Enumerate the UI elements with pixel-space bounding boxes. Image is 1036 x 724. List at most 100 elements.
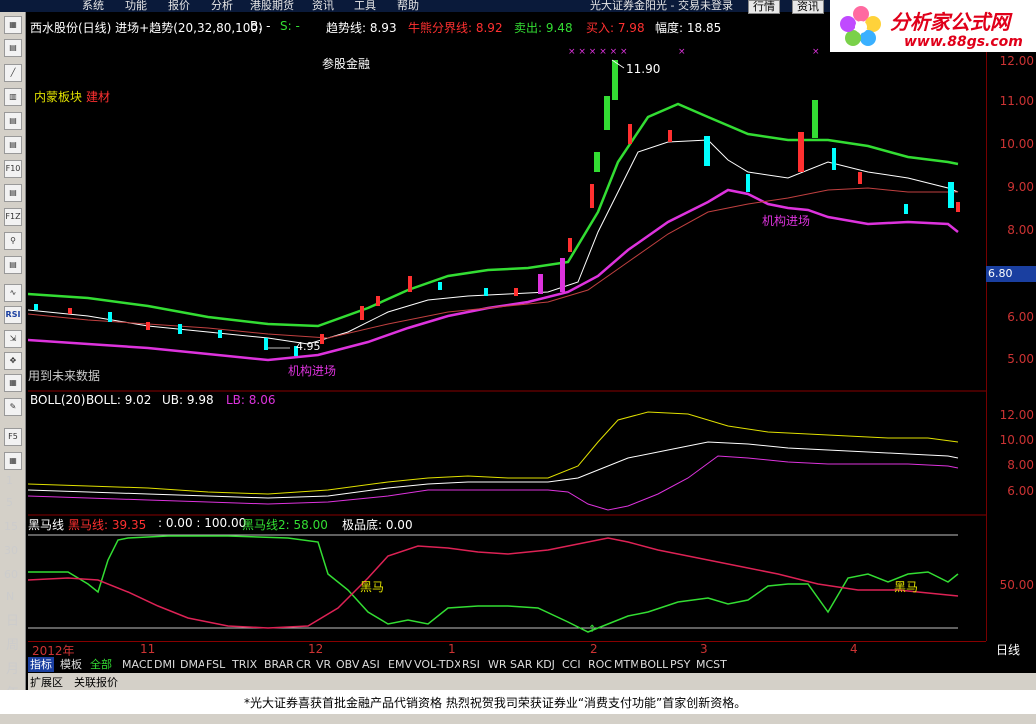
f10-icon[interactable]: F10 [4, 160, 22, 178]
tab-template[interactable]: 模板 [58, 657, 84, 672]
table3-icon[interactable]: ▤ [4, 184, 22, 202]
tab-vol-tdx[interactable]: VOL-TDX [412, 657, 464, 672]
tab-wr[interactable]: WR [486, 657, 509, 672]
move-icon[interactable]: ✥ [4, 352, 22, 370]
date-label: 12 [308, 642, 324, 656]
heima-ytick: 50.00 [999, 578, 1034, 592]
institution-entry-label-1: 机构进场 [288, 364, 337, 378]
svg-text:↑: ↑ [588, 624, 596, 635]
price-axis: 12.00 11.00 10.00 9.00 8.00 6.00 5.00 12… [986, 52, 1036, 641]
tab-kdj[interactable]: KDJ [534, 657, 557, 672]
chart-canvas: × × × × × × × × ↑ [28, 47, 986, 635]
tab-dmi[interactable]: DMI [152, 657, 178, 672]
bull-bear-value: 牛熊分界线: 8.92 [408, 21, 503, 35]
tab-fsl[interactable]: FSL [204, 657, 228, 672]
date-label: 2 [590, 642, 598, 656]
menu-system[interactable]: 系统 [82, 0, 104, 12]
tab-rsi[interactable]: RSI [460, 657, 482, 672]
window-title: 光大证券金阳光 - 交易未登录 [590, 0, 733, 12]
menu-analysis[interactable]: 分析 [211, 0, 233, 12]
menu-news[interactable]: 资讯 [312, 0, 334, 12]
tab-cr[interactable]: CR [294, 657, 314, 672]
period-n[interactable]: N [6, 590, 14, 603]
kline-icon[interactable]: ▥ [4, 88, 22, 106]
menu-tools[interactable]: 工具 [354, 0, 376, 12]
tab-mcst[interactable]: MCST [694, 657, 729, 672]
period-day[interactable]: 日 [6, 610, 19, 629]
tab-vr[interactable]: VR [314, 657, 334, 672]
date-label: 1 [448, 642, 456, 656]
list-icon[interactable]: ▤ [4, 39, 22, 57]
heima-bottom: 极品底: 0.00 [342, 518, 413, 532]
table-icon[interactable]: ▤ [4, 112, 22, 130]
date-label: 3 [700, 642, 708, 656]
amplitude-value: 幅度: 18.85 [655, 21, 722, 35]
date-axis: 2012年 11 12 1 2 3 4 [28, 641, 986, 658]
date-label: 11 [140, 642, 156, 656]
grid3-icon[interactable]: ▦ [4, 452, 22, 470]
line-chart-icon[interactable]: ╱ [4, 64, 22, 82]
period-month[interactable]: 月 [6, 658, 19, 677]
tab-cci[interactable]: CCI [560, 657, 583, 672]
heima-title: 黑马线 [28, 518, 65, 532]
tab-asi[interactable]: ASI [360, 657, 382, 672]
tab-extension[interactable]: 扩展区 [30, 674, 63, 690]
period-1min[interactable]: 1 [6, 474, 13, 487]
boll-value: BOLL: 9.02 [86, 393, 152, 407]
menu-function[interactable]: 功能 [125, 0, 147, 12]
svg-text:×: × [678, 47, 686, 57]
tab-all[interactable]: 全部 [88, 657, 114, 672]
period-5min[interactable]: 5 [6, 496, 13, 509]
grid-icon[interactable]: ▦ [4, 16, 22, 34]
date-label: 4 [850, 642, 858, 656]
tab-brar[interactable]: BRAR [262, 657, 296, 672]
wave-icon[interactable]: ∿ [4, 284, 22, 302]
ytick: 6.00 [1007, 310, 1034, 324]
f5-icon[interactable]: F5 [4, 428, 22, 446]
bottom-tab-bar: 扩展区 关联报价 [28, 673, 1036, 690]
ytick: 10.00 [999, 137, 1034, 151]
menu-quote[interactable]: 报价 [168, 0, 190, 12]
period-15min[interactable]: 15 [4, 520, 18, 533]
future-data-note: 用到未来数据 [28, 369, 101, 383]
table2-icon[interactable]: ▤ [4, 136, 22, 154]
pen-icon[interactable]: ✎ [4, 398, 22, 416]
boll-lb-value: LB: 8.06 [226, 393, 276, 407]
formula-icon[interactable]: ⚲ [4, 232, 22, 250]
period-30min[interactable]: 30 [4, 544, 18, 557]
tab-emv[interactable]: EMV [386, 657, 414, 672]
period-60min[interactable]: 60 [4, 568, 18, 581]
tab-obv[interactable]: OBV [334, 657, 362, 672]
ytick: 8.00 [1007, 223, 1034, 237]
ytick: 12.00 [999, 54, 1034, 68]
ytick: 11.00 [999, 94, 1034, 108]
low-price-label: 4.95 [296, 340, 321, 353]
tab-indicator[interactable]: 指标 [28, 657, 54, 672]
current-price-box: 6.80 [986, 266, 1036, 282]
sector-name: 内蒙板块 [34, 90, 83, 104]
news-ticker: *光大证券喜获首批金融产品代销资格 热烈祝贺我司荣获证券业“消费支付功能”首家创… [0, 690, 1036, 714]
period-week[interactable]: 周 [6, 634, 19, 653]
f1z-icon[interactable]: F1Z [4, 208, 22, 226]
menu-hk-futures[interactable]: 港股期货 [250, 0, 294, 12]
tab-trix[interactable]: TRIX [230, 657, 260, 672]
table4-icon[interactable]: ▤ [4, 256, 22, 274]
tab-related-quote[interactable]: 关联报价 [74, 674, 118, 690]
svg-text:×: × [812, 47, 820, 57]
rsi-icon[interactable]: RSI [4, 306, 22, 324]
tab-sar[interactable]: SAR [508, 657, 535, 672]
heima-value: 黑马线: 39.35 [68, 518, 147, 532]
s-signal: S: - [280, 19, 300, 33]
boll-ytick: 10.00 [999, 433, 1034, 447]
buy-value: 买入: 7.98 [586, 21, 645, 35]
status-bar [0, 714, 1036, 724]
heima-signal-1: 黑马 [360, 580, 385, 594]
institution-entry-label-2: 机构进场 [762, 214, 811, 228]
left-toolbar: ▦ ▤ ╱ ▥ ▤ ▤ F10 ▤ F1Z ⚲ ▤ ∿ RSI ⇲ ✥ ▦ ✎ … [0, 12, 26, 702]
tab-psy[interactable]: PSY [668, 657, 693, 672]
grid2-icon[interactable]: ▦ [4, 374, 22, 392]
tab-roc[interactable]: ROC [586, 657, 614, 672]
menu-help[interactable]: 帮助 [397, 0, 419, 12]
resize-icon[interactable]: ⇲ [4, 330, 22, 348]
tab-boll[interactable]: BOLL [638, 657, 671, 672]
